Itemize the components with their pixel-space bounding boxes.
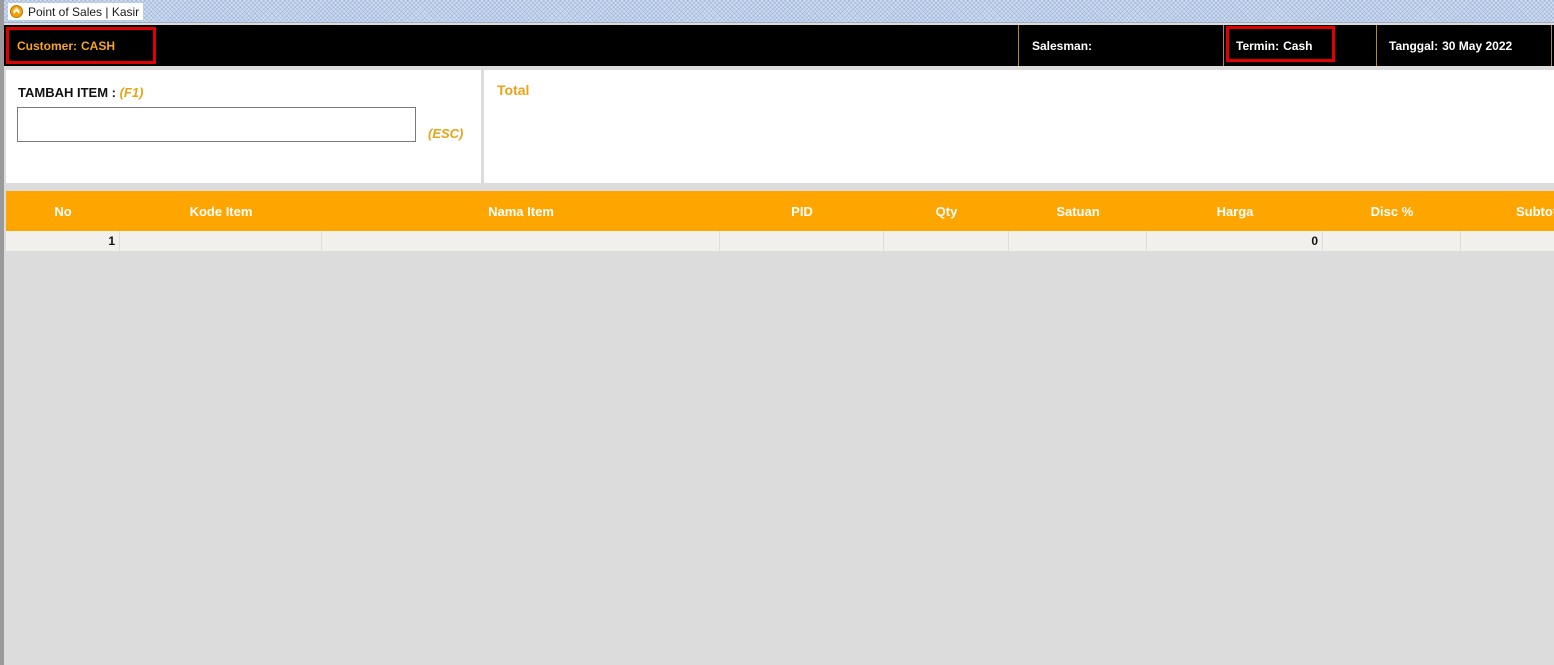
tanggal-label: Tanggal: (1389, 38, 1439, 53)
title-bar[interactable]: Point of Sales | Kasir (4, 0, 1554, 23)
total-label: Total (497, 82, 530, 98)
header-divider (1376, 25, 1377, 66)
add-item-label-text: TAMBAH ITEM : (18, 85, 116, 100)
salesman-label: Salesman: (1032, 38, 1093, 53)
items-grid[interactable]: No Kode Item Nama Item PID Qty Satuan Ha… (6, 191, 1554, 665)
app-icon (10, 5, 23, 18)
termin-label: Termin: (1236, 38, 1280, 53)
title-bar-caption: Point of Sales | Kasir (8, 3, 144, 20)
column-header-disc[interactable]: Disc % (1323, 191, 1461, 231)
pos-window: Point of Sales | Kasir Customer: CASH Sa… (0, 0, 1554, 665)
customer-label: Customer: (17, 38, 78, 53)
column-header-no[interactable]: No (6, 191, 120, 231)
header-divider (1551, 25, 1552, 66)
column-header-pid[interactable]: PID (720, 191, 884, 231)
column-header-satuan[interactable]: Satuan (1009, 191, 1147, 231)
add-item-panel: TAMBAH ITEM : (F1) (ESC) (6, 70, 481, 183)
customer-value: CASH (81, 38, 116, 53)
cell-qty[interactable] (884, 231, 1009, 251)
column-header-qty[interactable]: Qty (884, 191, 1009, 231)
header-divider (1223, 25, 1224, 66)
cell-pid[interactable] (720, 231, 884, 251)
cell-nama-item[interactable] (322, 231, 720, 251)
add-item-input[interactable] (17, 107, 416, 142)
add-item-shortcut: (F1) (119, 85, 144, 100)
salesman-field[interactable]: Salesman: (1032, 25, 1096, 66)
cell-satuan[interactable] (1009, 231, 1147, 251)
tanggal-field[interactable]: Tanggal: 30 May 2022 (1389, 25, 1512, 66)
tanggal-value: 30 May 2022 (1442, 38, 1513, 53)
grid-header: No Kode Item Nama Item PID Qty Satuan Ha… (6, 191, 1554, 231)
customer-field[interactable]: Customer: CASH (17, 25, 115, 66)
cell-subtotal[interactable] (1461, 231, 1554, 251)
transaction-header: Customer: CASH Salesman: Termin: Cash Ta… (4, 25, 1554, 66)
column-header-subtotal[interactable]: Subtotal (1461, 191, 1554, 231)
add-item-label: TAMBAH ITEM : (F1) (18, 85, 143, 100)
cell-harga[interactable]: 0 (1147, 231, 1323, 251)
window-title: Point of Sales | Kasir (28, 4, 140, 19)
table-row[interactable]: 1 0 (6, 231, 1554, 251)
column-header-kode-item[interactable]: Kode Item (120, 191, 322, 231)
esc-shortcut-hint: (ESC) (428, 126, 464, 141)
cell-kode-item[interactable] (120, 231, 322, 251)
termin-field[interactable]: Termin: Cash (1236, 25, 1312, 66)
total-panel: Total (484, 70, 1554, 183)
termin-value: Cash (1283, 38, 1313, 53)
column-header-harga[interactable]: Harga (1147, 191, 1323, 231)
cell-no[interactable]: 1 (6, 231, 120, 251)
header-divider (1018, 25, 1019, 66)
cell-disc[interactable] (1323, 231, 1461, 251)
column-header-nama-item[interactable]: Nama Item (322, 191, 720, 231)
